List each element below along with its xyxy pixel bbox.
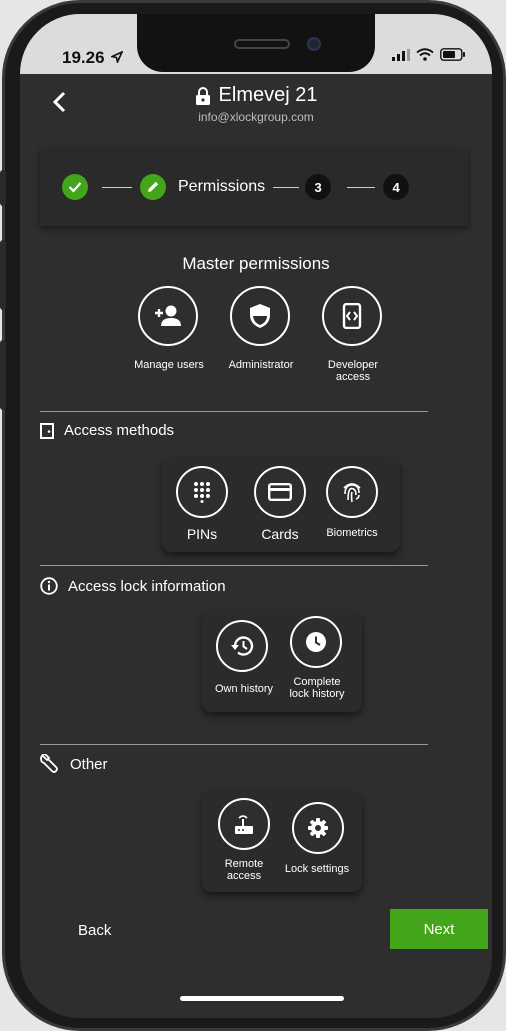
step-1-complete[interactable] xyxy=(62,174,88,200)
lock-icon xyxy=(195,86,210,105)
battery-icon xyxy=(440,48,465,61)
keypad-icon xyxy=(194,482,210,503)
wrench-icon xyxy=(40,754,58,773)
next-button[interactable]: Next xyxy=(390,909,488,949)
other-title: Other xyxy=(70,755,108,773)
biometrics-button[interactable] xyxy=(326,466,378,518)
own-history-button[interactable] xyxy=(216,620,268,672)
fingerprint-icon xyxy=(343,483,361,503)
home-indicator xyxy=(180,996,344,1001)
cards-button[interactable] xyxy=(254,466,306,518)
step-4[interactable]: 4 xyxy=(383,174,410,200)
speaker xyxy=(234,39,290,49)
page-title: Elmevej 21 xyxy=(34,84,478,107)
complete-lock-history-label: Complete lock history xyxy=(289,676,345,700)
step-connector xyxy=(102,186,132,188)
lock-info-header: Access lock information xyxy=(40,577,226,595)
back-button[interactable]: Back xyxy=(78,922,111,939)
screen: 19.26 Elmevej 21 info@xlockgroup.com Per… xyxy=(20,14,492,1018)
lock-info-title: Access lock information xyxy=(68,577,226,595)
clock-icon xyxy=(306,632,326,652)
manage-users-label: Manage users xyxy=(134,359,204,371)
shield-icon xyxy=(250,304,270,328)
administrator-label: Administrator xyxy=(228,359,294,371)
volume-up-button xyxy=(0,240,6,310)
door-icon xyxy=(40,422,54,439)
developer-access-button[interactable] xyxy=(322,286,382,346)
pins-label: PINs xyxy=(186,526,218,542)
router-icon xyxy=(235,815,253,834)
access-methods-title: Access methods xyxy=(64,422,175,439)
remote-access-button[interactable] xyxy=(218,798,270,850)
complete-lock-history-button[interactable] xyxy=(290,616,342,668)
lock-settings-button[interactable] xyxy=(292,802,344,854)
remote-access-label: Remote access xyxy=(224,858,264,882)
developer-icon xyxy=(342,303,362,329)
status-icons xyxy=(392,48,466,61)
camera xyxy=(307,37,321,51)
manage-users-button[interactable] xyxy=(138,286,198,346)
app-content: Elmevej 21 info@xlockgroup.com Permissio… xyxy=(34,74,478,1018)
step-2-label: Permissions xyxy=(178,178,266,195)
volume-down-button xyxy=(0,340,6,410)
pencil-icon xyxy=(148,181,159,192)
cards-label: Cards xyxy=(261,526,299,542)
master-permissions-title: Master permissions xyxy=(182,254,330,273)
gear-icon xyxy=(308,818,328,838)
history-icon xyxy=(231,636,254,656)
divider xyxy=(40,411,428,412)
notch xyxy=(137,14,375,72)
check-icon xyxy=(68,182,82,193)
step-3[interactable]: 3 xyxy=(305,174,332,200)
header: Elmevej 21 info@xlockgroup.com xyxy=(34,74,478,144)
signal-icon xyxy=(392,48,410,61)
info-icon xyxy=(40,577,58,595)
add-user-icon xyxy=(155,305,181,326)
step-connector xyxy=(347,186,376,188)
title-text: Elmevej 21 xyxy=(218,84,318,106)
administrator-button[interactable] xyxy=(230,286,290,346)
pins-button[interactable] xyxy=(176,466,228,518)
divider xyxy=(40,565,428,566)
lock-settings-label: Lock settings xyxy=(284,863,350,875)
status-time: 19.26 xyxy=(62,48,124,68)
page-subtitle: info@xlockgroup.com xyxy=(198,110,314,124)
mute-switch xyxy=(0,170,6,206)
step-connector xyxy=(273,186,300,188)
divider xyxy=(40,744,428,745)
card-icon xyxy=(268,483,292,501)
other-header: Other xyxy=(40,754,108,774)
access-methods-header: Access methods xyxy=(40,422,174,439)
wifi-icon xyxy=(416,48,434,61)
status-bar: 19.26 xyxy=(20,14,492,74)
stepper: Permissions 3 4 xyxy=(40,148,468,226)
developer-access-label: Developer access xyxy=(327,359,379,383)
location-icon xyxy=(109,50,124,65)
own-history-label: Own history xyxy=(214,683,274,695)
biometrics-label: Biometrics xyxy=(326,527,378,539)
step-2-current[interactable] xyxy=(140,174,166,200)
